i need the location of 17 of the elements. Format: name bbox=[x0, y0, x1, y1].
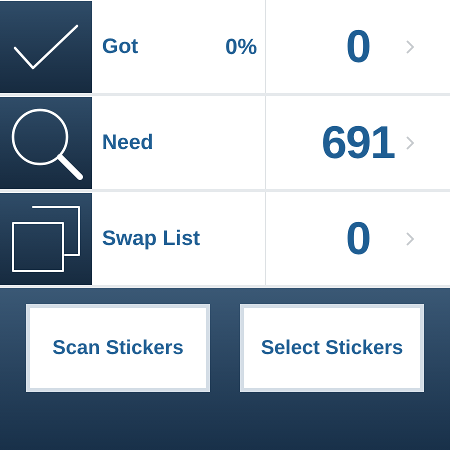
action-button[interactable]: Select Stickers bbox=[240, 304, 424, 392]
checkmark-icon bbox=[11, 22, 81, 72]
percent-label: 0% bbox=[225, 33, 257, 61]
action-button[interactable]: Scan Stickers bbox=[26, 304, 210, 392]
chevron-right-icon bbox=[406, 136, 414, 150]
row-label: Need bbox=[102, 130, 154, 156]
list-row[interactable]: Got 0% 0 bbox=[0, 0, 450, 96]
chevron-right-icon bbox=[406, 232, 414, 246]
count-value: 0 bbox=[346, 19, 370, 74]
list-row[interactable]: Need 691 bbox=[0, 96, 450, 192]
list-row[interactable]: Swap List 0 bbox=[0, 192, 450, 288]
chevron-right-icon bbox=[406, 40, 414, 54]
count-value: 0 bbox=[346, 211, 370, 266]
row-label: Got bbox=[102, 34, 138, 60]
stacked-pages-icon bbox=[11, 204, 81, 272]
count-value: 691 bbox=[321, 115, 395, 170]
row-label: Swap List bbox=[102, 226, 200, 252]
